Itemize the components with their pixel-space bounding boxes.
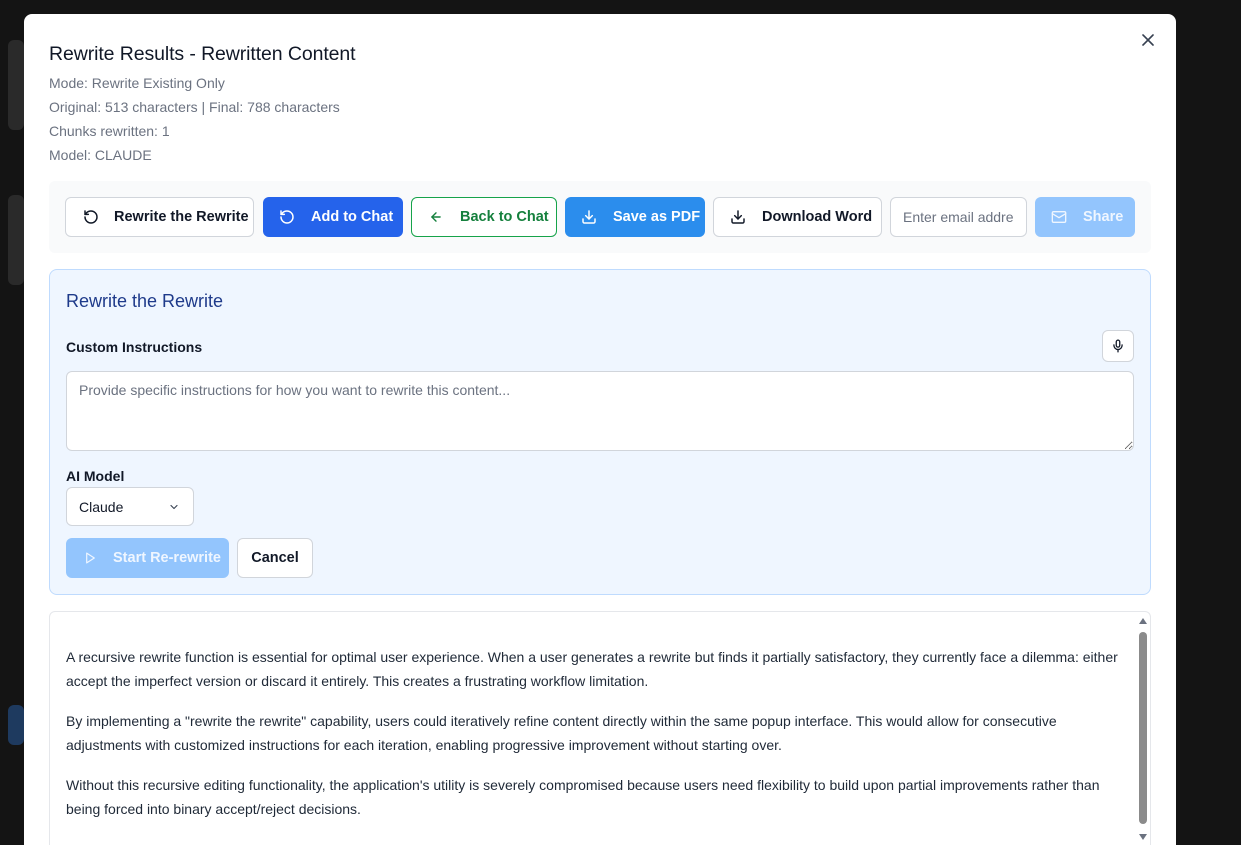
background-panel [8,40,24,130]
character-stats: Original: 513 characters | Final: 788 ch… [49,99,340,115]
back-to-chat-button[interactable]: Back to Chat [411,197,557,237]
save-as-pdf-button[interactable]: Save as PDF [565,197,705,237]
email-address-input[interactable] [890,197,1027,237]
scroll-up-arrow-icon[interactable] [1139,618,1147,624]
add-to-chat-button[interactable]: Add to Chat [263,197,403,237]
mode-text: Mode: Rewrite Existing Only [49,75,225,91]
microphone-icon [1113,339,1123,353]
share-button[interactable]: Share [1035,197,1135,237]
scroll-down-arrow-icon[interactable] [1139,834,1147,840]
download-word-label: Download Word [762,209,873,225]
action-toolbar: Rewrite the Rewrite Add to Chat Back to … [49,181,1151,253]
cancel-button[interactable]: Cancel [237,538,313,578]
custom-instructions-textarea[interactable] [66,371,1134,451]
rewrite-the-rewrite-button[interactable]: Rewrite the Rewrite [65,197,254,237]
play-icon [86,552,95,564]
content-paragraph: A recursive rewrite function is essentia… [66,649,1118,689]
background-panel [8,705,24,745]
content-scrollbar[interactable] [1137,612,1149,845]
download-word-button[interactable]: Download Word [713,197,882,237]
share-label: Share [1083,209,1124,225]
mail-icon [1051,211,1067,223]
start-re-rewrite-label: Start Re-rewrite [113,550,221,566]
chevron-down-icon [170,504,178,509]
cancel-label: Cancel [251,550,299,566]
model-text: Model: CLAUDE [49,147,152,163]
rewrite-the-rewrite-panel: Rewrite the Rewrite Custom Instructions … [49,269,1151,595]
rotate-ccw-icon [84,210,98,224]
close-icon [1142,34,1154,46]
ai-model-select[interactable]: Claude [66,487,194,526]
background-panel [8,195,24,285]
close-button[interactable] [1138,30,1158,50]
back-to-chat-label: Back to Chat [460,209,549,225]
modal-title: Rewrite Results - Rewritten Content [49,43,356,65]
rewrite-results-modal: Rewrite Results - Rewritten Content Mode… [24,14,1176,845]
custom-instructions-label: Custom Instructions [66,339,203,355]
chunks-text: Chunks rewritten: 1 [49,123,170,139]
rewrite-the-rewrite-label: Rewrite the Rewrite [114,209,249,225]
voice-input-button[interactable] [1102,330,1134,362]
save-as-pdf-label: Save as PDF [613,209,701,225]
arrow-left-icon [431,212,441,222]
rotate-ccw-icon [280,210,294,224]
ai-model-label: AI Model [66,468,125,484]
scrollbar-thumb[interactable] [1139,632,1147,824]
panel-title: Rewrite the Rewrite [66,291,224,311]
start-re-rewrite-button[interactable]: Start Re-rewrite [66,538,229,578]
download-icon [731,210,745,224]
content-paragraph: By implementing a "rewrite the rewrite" … [66,713,1057,753]
add-to-chat-label: Add to Chat [311,209,394,225]
ai-model-selected-value: Claude [79,498,124,515]
download-icon [582,210,596,224]
content-paragraph: Without this recursive editing functiona… [66,777,1100,817]
rewritten-content-area[interactable]: A recursive rewrite function is essentia… [49,611,1151,845]
